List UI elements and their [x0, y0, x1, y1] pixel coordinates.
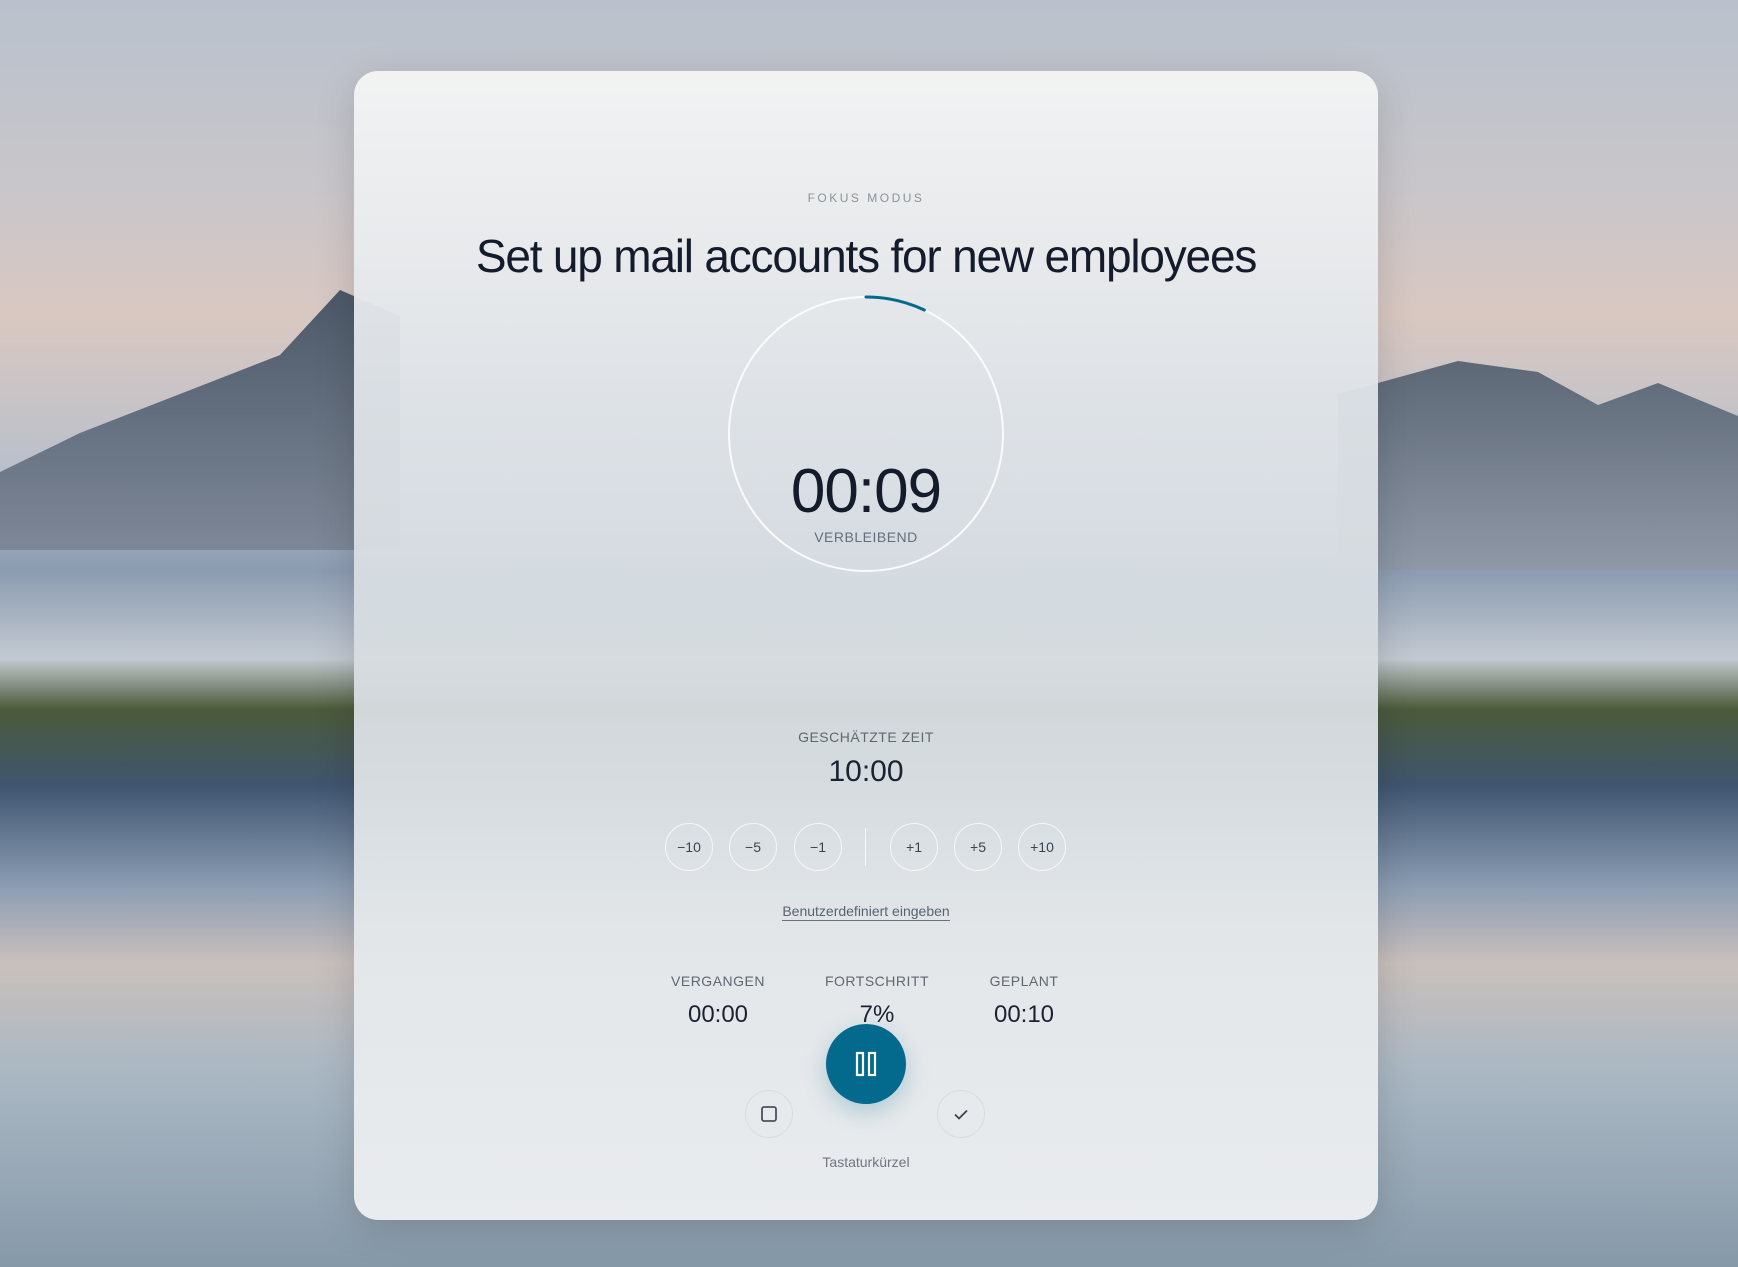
plus-5-button[interactable]: +5: [954, 823, 1002, 871]
check-icon: [954, 1109, 968, 1120]
minus-5-button[interactable]: −5: [729, 823, 777, 871]
plus-1-button[interactable]: +1: [890, 823, 938, 871]
remaining-label: VERBLEIBEND: [814, 529, 918, 545]
task-title: Set up mail accounts for new employees: [475, 230, 1257, 282]
stop-button[interactable]: [745, 1090, 793, 1138]
mode-label: FOKUS MODUS: [807, 191, 925, 205]
complete-button[interactable]: [937, 1090, 985, 1138]
pause-button[interactable]: [826, 1024, 906, 1104]
estimate-label: GESCHÄTZTE ZEIT: [798, 729, 934, 745]
background-mountain-left: [0, 290, 400, 550]
estimate-value: 10:00: [828, 755, 904, 788]
stat-value: 00:10: [993, 1001, 1055, 1028]
stat-label: GEPLANT: [989, 973, 1059, 989]
background-mountain-right: [1338, 361, 1738, 570]
stat-value: 00:00: [687, 1001, 749, 1028]
plus-10-button[interactable]: +10: [1018, 823, 1066, 871]
minus-1-button[interactable]: −1: [794, 823, 842, 871]
custom-time-link[interactable]: Benutzerdefiniert eingeben: [782, 903, 950, 921]
remaining-time: 00:09: [790, 457, 942, 526]
focus-card: FOKUS MODUS Set up mail accounts for new…: [354, 71, 1378, 1220]
adjust-divider: [865, 828, 866, 866]
stat-elapsed: VERGANGEN 00:00: [638, 973, 798, 1029]
stat-label: FORTSCHRITT: [824, 973, 929, 989]
stat-label: VERGANGEN: [671, 973, 765, 989]
shortcuts-link[interactable]: Tastaturkürzel: [822, 1154, 909, 1170]
minus-10-button[interactable]: −10: [665, 823, 713, 871]
stat-progress: FORTSCHRITT 7%: [797, 973, 957, 1029]
pause-icon: [855, 1051, 877, 1077]
square-icon: [761, 1106, 777, 1122]
stat-planned: GEPLANT 00:10: [944, 973, 1104, 1029]
